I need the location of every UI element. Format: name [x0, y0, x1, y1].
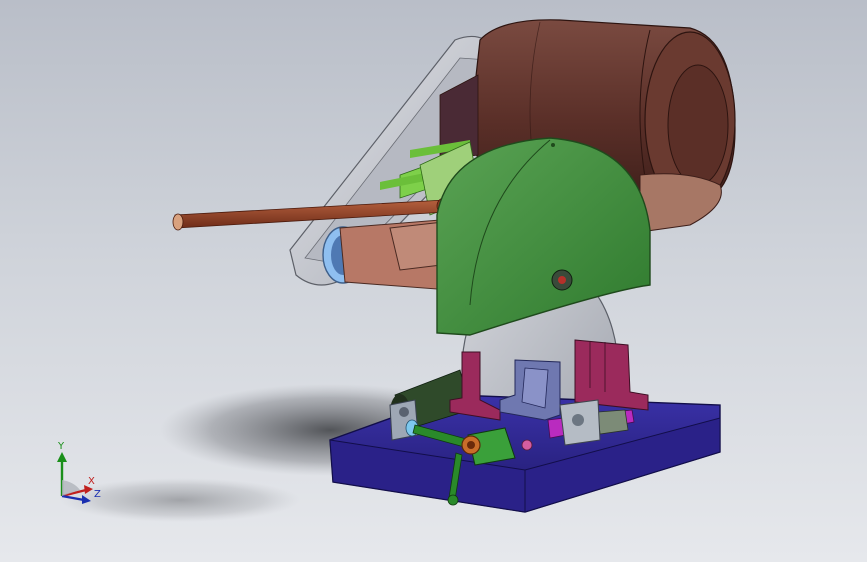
assembly-model[interactable] [0, 0, 867, 562]
triad-axes [57, 452, 93, 504]
x-axis-label: X [88, 476, 95, 487]
y-axis-label: Y [58, 441, 65, 452]
cad-viewport[interactable]: Y X Z [0, 0, 867, 562]
clamp-block[interactable] [559, 399, 601, 446]
z-axis-arrowhead [82, 495, 91, 504]
coordinate-triad: Y X Z [44, 440, 114, 510]
blade-guard[interactable] [436, 137, 651, 336]
left-pivot-bracket[interactable] [389, 399, 419, 441]
z-axis-label: Z [94, 489, 101, 500]
z-axis-arrow [61, 494, 85, 502]
y-axis-arrowhead [57, 452, 67, 462]
